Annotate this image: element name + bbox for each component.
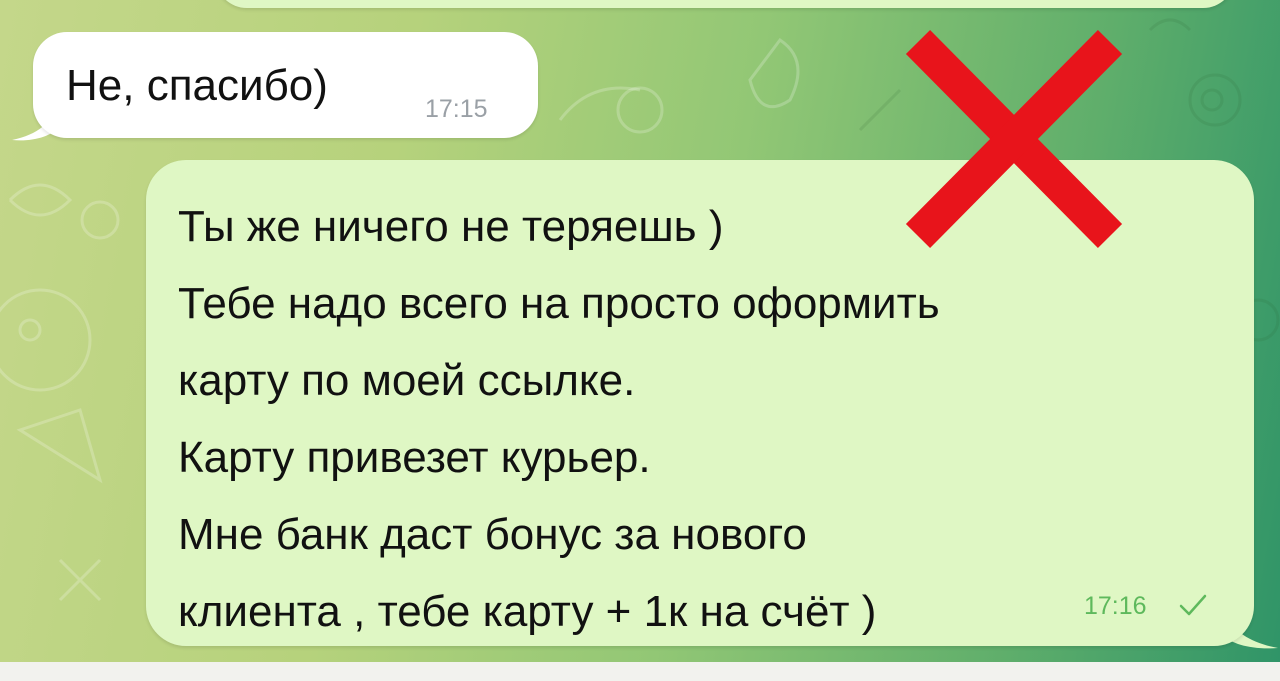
message-line: Тебе надо всего на просто оформить	[178, 279, 940, 328]
incoming-message-text: Не, спасибо)	[66, 61, 328, 110]
single-check-icon	[1179, 594, 1207, 616]
message-line: Мне банк даст бонус за нового	[178, 510, 807, 559]
message-line: карту по моей ссылке.	[178, 356, 636, 405]
outgoing-message-text: Ты же ничего не теряешь ) Тебе надо всег…	[178, 188, 940, 650]
message-line: Карту привезет курьер.	[178, 433, 651, 482]
bottom-input-area-edge	[0, 662, 1280, 681]
outgoing-message-time: 17:16	[1084, 592, 1147, 620]
previous-message-bubble[interactable]	[215, 0, 1235, 8]
message-line: Ты же ничего не теряешь )	[178, 202, 724, 251]
red-cross-icon	[905, 30, 1123, 248]
message-line: клиента , тебе карту + 1к на счёт )	[178, 587, 877, 636]
incoming-message-time: 17:15	[425, 95, 488, 123]
incoming-message-bubble[interactable]: Не, спасибо) 17:15	[33, 32, 538, 138]
